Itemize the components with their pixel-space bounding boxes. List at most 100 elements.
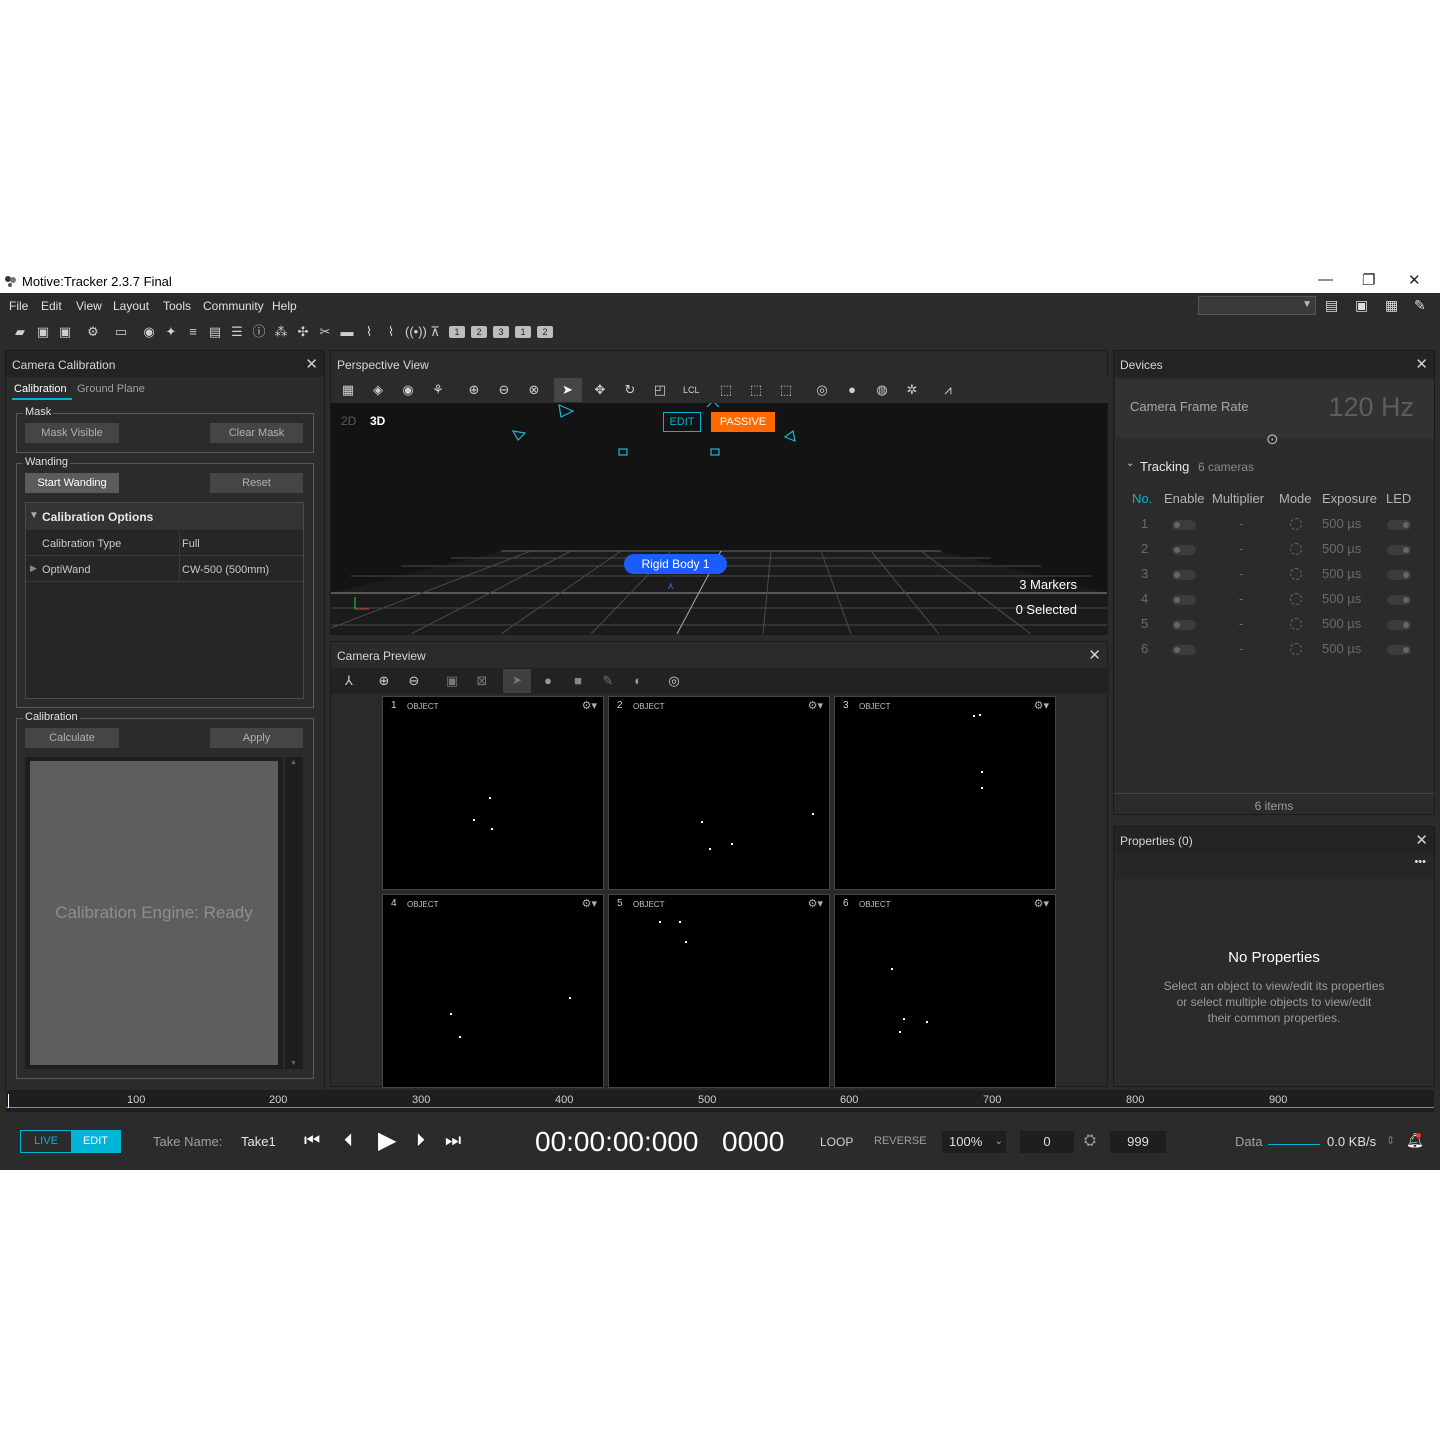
view1-icon[interactable]: 1 <box>449 326 465 338</box>
device-row[interactable]: 4 - 500 µs <box>1114 591 1434 616</box>
led-toggle[interactable] <box>1387 595 1411 605</box>
view1b-icon[interactable]: 1 <box>515 326 531 338</box>
timeline-ruler[interactable]: 100 200 300 400 500 600 700 800 900 <box>6 1090 1434 1112</box>
menu-layout[interactable]: Layout <box>113 299 149 313</box>
eye-icon[interactable]: ◎ <box>666 673 682 689</box>
mode-icon[interactable] <box>1290 518 1302 530</box>
calculate-button[interactable]: Calculate <box>25 728 119 748</box>
sort-icon[interactable]: ⇕ <box>1386 1134 1395 1147</box>
zoom-icon[interactable]: ⊕ <box>376 673 392 689</box>
zoom-all-icon[interactable]: ⊗ <box>526 382 542 398</box>
loop-button[interactable]: LOOP <box>820 1135 853 1149</box>
camera-settings-icon[interactable]: ⚙▾ <box>582 699 597 712</box>
lcl-button[interactable]: LCL <box>683 385 700 395</box>
live-edit-toggle[interactable]: LIVE EDIT <box>20 1130 121 1153</box>
skip-to-end-icon[interactable]: ⏭ <box>445 1130 461 1151</box>
clear-mask-button[interactable]: Clear Mask <box>210 423 303 443</box>
device-row[interactable]: 3 - 500 µs <box>1114 566 1434 591</box>
led-toggle[interactable] <box>1387 570 1411 580</box>
select-markers-icon[interactable]: ⬚ <box>718 382 734 398</box>
select-cameras-icon[interactable]: ⬚ <box>748 382 764 398</box>
take-name-value[interactable]: Take1 <box>241 1134 276 1149</box>
close-icon[interactable]: ✕ <box>1415 831 1428 849</box>
maximize-button[interactable]: ❐ <box>1362 271 1375 289</box>
box-icon[interactable]: ▤ <box>207 324 223 340</box>
tracking-icon[interactable]: ⩘ <box>940 382 956 398</box>
axis-icon[interactable]: ⅄ <box>341 673 357 689</box>
toggle-icon[interactable]: ◐ <box>630 673 646 689</box>
skeleton-icon[interactable]: ⁂ <box>273 324 289 340</box>
menu-tools[interactable]: Tools <box>163 299 191 313</box>
menu-file[interactable]: File <box>9 299 28 313</box>
enable-toggle[interactable] <box>1172 645 1196 655</box>
menu-edit[interactable]: Edit <box>41 299 62 313</box>
graph2-icon[interactable]: ⌇ <box>383 324 399 340</box>
view2-icon[interactable]: 2 <box>471 326 487 338</box>
edit-layout-icon[interactable]: ✎ <box>1414 297 1426 314</box>
led-toggle[interactable] <box>1387 645 1411 655</box>
enable-toggle[interactable] <box>1172 595 1196 605</box>
expand-down-icon[interactable]: ⊙ <box>1266 430 1279 448</box>
mode-icon[interactable] <box>1290 568 1302 580</box>
skeleton-visible-icon[interactable]: ✲ <box>904 382 920 398</box>
mode-icon[interactable] <box>1290 618 1302 630</box>
mode-2d-button[interactable]: 2D <box>341 414 356 428</box>
open-icon[interactable]: ▰ <box>12 324 28 340</box>
layout-dropdown[interactable]: ▼ <box>1198 296 1316 315</box>
camera-icon[interactable]: ◉ <box>141 324 157 340</box>
passive-badge[interactable]: PASSIVE <box>711 412 775 432</box>
database-icon[interactable]: ≡ <box>185 324 201 340</box>
notification-bell-icon[interactable]: 🔔︎ <box>1406 1132 1424 1149</box>
device-row[interactable]: 5 - 500 µs <box>1114 616 1434 641</box>
camera-view-1[interactable]: 1 OBJECT ⚙▾ <box>382 696 604 890</box>
zoom-fit-icon[interactable]: ⊖ <box>406 673 422 689</box>
device-row[interactable]: 1 - 500 µs <box>1114 516 1434 541</box>
menu-community[interactable]: Community <box>203 299 264 313</box>
start-frame-input[interactable]: 0 <box>1020 1131 1074 1153</box>
camera-settings-icon[interactable]: ⚙▾ <box>808 699 823 712</box>
enable-toggle[interactable] <box>1172 545 1196 555</box>
speed-select[interactable]: 100% ⌄ <box>942 1131 1006 1153</box>
reset-button[interactable]: Reset <box>210 473 303 493</box>
mode-icon[interactable] <box>1290 593 1302 605</box>
layout-icon-2[interactable]: ▣ <box>1355 297 1368 314</box>
led-toggle[interactable] <box>1387 620 1411 630</box>
mode-icon[interactable] <box>1290 643 1302 655</box>
menu-view[interactable]: View <box>76 299 102 313</box>
tools-icon[interactable]: ✂ <box>317 324 333 340</box>
select-tool-button[interactable]: ➤ <box>503 669 531 693</box>
enable-toggle[interactable] <box>1172 570 1196 580</box>
col-no[interactable]: No. <box>1132 491 1152 506</box>
mask-clear-icon[interactable]: ⊠ <box>474 673 490 689</box>
more-options-icon[interactable]: ••• <box>1414 856 1426 868</box>
zoom-icon[interactable]: ⊕ <box>466 382 482 398</box>
wand-icon[interactable]: ✦ <box>163 324 179 340</box>
scroll-up-icon[interactable]: ▲ <box>290 759 297 766</box>
view3-icon[interactable]: 3 <box>493 326 509 338</box>
tab-ground-plane[interactable]: Ground Plane <box>77 383 145 395</box>
zoom-fit-icon[interactable]: ⊖ <box>496 382 512 398</box>
playhead[interactable] <box>8 1094 9 1108</box>
broadcast-icon[interactable]: ((•)) <box>405 324 427 340</box>
mode-3d-button[interactable]: 3D <box>370 414 385 428</box>
camera-settings-icon[interactable]: ⚙▾ <box>808 897 823 910</box>
close-icon[interactable]: ✕ <box>305 355 318 373</box>
device-row[interactable]: 2 - 500 µs <box>1114 541 1434 566</box>
camera-icon[interactable]: ◉ <box>400 382 416 398</box>
chevron-down-icon[interactable]: ⌄ <box>1126 458 1134 469</box>
scroll-down-icon[interactable]: ▼ <box>290 1060 297 1067</box>
settings-gear-icon[interactable]: ⚙ <box>85 324 101 340</box>
probe-icon[interactable]: ⊼ <box>427 324 443 340</box>
cube-icon[interactable]: ◈ <box>370 382 386 398</box>
view2b-icon[interactable]: 2 <box>537 326 553 338</box>
rotate-icon[interactable]: ↻ <box>622 382 638 398</box>
options-row[interactable]: ▶ OptiWand CW-500 (500mm) <box>26 557 303 582</box>
rigid-body-label[interactable]: Rigid Body 1 <box>624 554 727 574</box>
enable-toggle[interactable] <box>1172 620 1196 630</box>
camera-settings-icon[interactable]: ⚙▾ <box>582 897 597 910</box>
start-wanding-button[interactable]: Start Wanding <box>25 473 119 493</box>
save-all-icon[interactable]: ▣ <box>57 324 73 340</box>
select-all-icon[interactable]: ⬚ <box>778 382 794 398</box>
step-back-icon[interactable]: ⏴ <box>344 1130 353 1151</box>
step-forward-icon[interactable]: ⏵ <box>416 1130 425 1151</box>
